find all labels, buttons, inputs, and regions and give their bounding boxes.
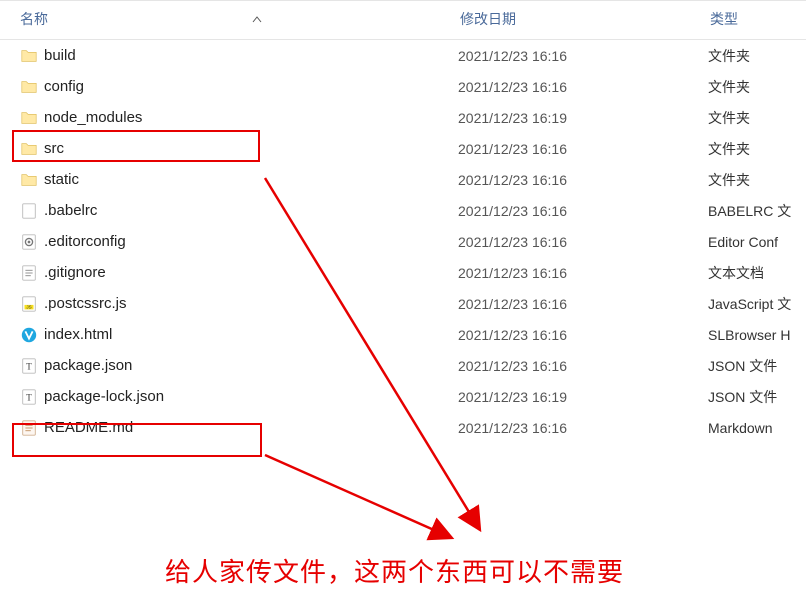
file-type: Editor Conf [708, 234, 806, 250]
file-name: .gitignore [44, 264, 458, 281]
file-name: package.json [44, 357, 458, 374]
file-row[interactable]: .babelrc2021/12/23 16:16BABELRC 文 [0, 195, 806, 226]
sort-caret-icon [252, 12, 262, 28]
file-name: README.md [44, 419, 458, 436]
file-date: 2021/12/23 16:16 [458, 79, 708, 95]
file-date: 2021/12/23 16:16 [458, 203, 708, 219]
file-row[interactable]: static2021/12/23 16:16文件夹 [0, 164, 806, 195]
file-row[interactable]: .editorconfig2021/12/23 16:16Editor Conf [0, 226, 806, 257]
file-row[interactable]: Tpackage.json2021/12/23 16:16JSON 文件 [0, 350, 806, 381]
column-header-name[interactable]: 名称 [0, 9, 460, 29]
file-name: node_modules [44, 109, 458, 126]
file-type: 文件夹 [708, 139, 806, 159]
file-type: Markdown [708, 420, 806, 436]
file-name: .babelrc [44, 202, 458, 219]
folder-icon [20, 140, 44, 158]
file-name: .postcssrc.js [44, 295, 458, 312]
file-type: SLBrowser H [708, 327, 806, 343]
file-name: config [44, 78, 458, 95]
file-name: package-lock.json [44, 388, 458, 405]
file-icon [20, 264, 44, 282]
column-header-date-label: 修改日期 [460, 11, 516, 27]
file-date: 2021/12/23 16:16 [458, 48, 708, 64]
file-date: 2021/12/23 16:19 [458, 110, 708, 126]
file-name: static [44, 171, 458, 188]
folder-icon [20, 171, 44, 189]
file-icon: T [20, 357, 44, 375]
file-name: src [44, 140, 458, 157]
file-date: 2021/12/23 16:19 [458, 389, 708, 405]
column-header-name-label: 名称 [20, 11, 48, 27]
file-icon: JS [20, 295, 44, 313]
file-type: 文件夹 [708, 77, 806, 97]
file-date: 2021/12/23 16:16 [458, 265, 708, 281]
file-name: .editorconfig [44, 233, 458, 250]
column-header-date[interactable]: 修改日期 [460, 9, 710, 29]
file-icon [20, 326, 44, 344]
file-name: index.html [44, 326, 458, 343]
file-icon [20, 419, 44, 437]
file-date: 2021/12/23 16:16 [458, 358, 708, 374]
file-date: 2021/12/23 16:16 [458, 296, 708, 312]
file-date: 2021/12/23 16:16 [458, 420, 708, 436]
file-type: JavaScript 文 [708, 294, 806, 314]
svg-text:JS: JS [26, 304, 31, 309]
svg-text:T: T [26, 392, 32, 402]
file-row[interactable]: config2021/12/23 16:16文件夹 [0, 71, 806, 102]
column-header-type[interactable]: 类型 [710, 9, 806, 29]
file-row[interactable]: .gitignore2021/12/23 16:16文本文档 [0, 257, 806, 288]
file-icon [20, 233, 44, 251]
file-type: JSON 文件 [708, 387, 806, 407]
file-name: build [44, 47, 458, 64]
file-date: 2021/12/23 16:16 [458, 141, 708, 157]
file-row[interactable]: index.html2021/12/23 16:16SLBrowser H [0, 319, 806, 350]
file-row[interactable]: Tpackage-lock.json2021/12/23 16:19JSON 文… [0, 381, 806, 412]
file-date: 2021/12/23 16:16 [458, 327, 708, 343]
file-row[interactable]: build2021/12/23 16:16文件夹 [0, 40, 806, 71]
file-row[interactable]: node_modules2021/12/23 16:19文件夹 [0, 102, 806, 133]
file-date: 2021/12/23 16:16 [458, 234, 708, 250]
column-header-row: 名称 修改日期 类型 [0, 0, 806, 40]
file-type: 文件夹 [708, 46, 806, 66]
file-type: BABELRC 文 [708, 201, 806, 221]
file-row[interactable]: README.md2021/12/23 16:16Markdown [0, 412, 806, 443]
file-type: 文件夹 [708, 170, 806, 190]
file-row[interactable]: JS .postcssrc.js2021/12/23 16:16JavaScrip… [0, 288, 806, 319]
file-date: 2021/12/23 16:16 [458, 172, 708, 188]
column-header-type-label: 类型 [710, 11, 738, 27]
file-type: JSON 文件 [708, 356, 806, 376]
file-icon: T [20, 388, 44, 406]
folder-icon [20, 109, 44, 127]
file-row[interactable]: src2021/12/23 16:16文件夹 [0, 133, 806, 164]
file-icon [20, 202, 44, 220]
file-type: 文件夹 [708, 108, 806, 128]
file-type: 文本文档 [708, 263, 806, 283]
svg-text:T: T [26, 361, 32, 371]
folder-icon [20, 47, 44, 65]
annotation-text: 给人家传文件，这两个东西可以不需要 [165, 552, 624, 589]
folder-icon [20, 78, 44, 96]
file-list: build2021/12/23 16:16文件夹config2021/12/23… [0, 40, 806, 443]
